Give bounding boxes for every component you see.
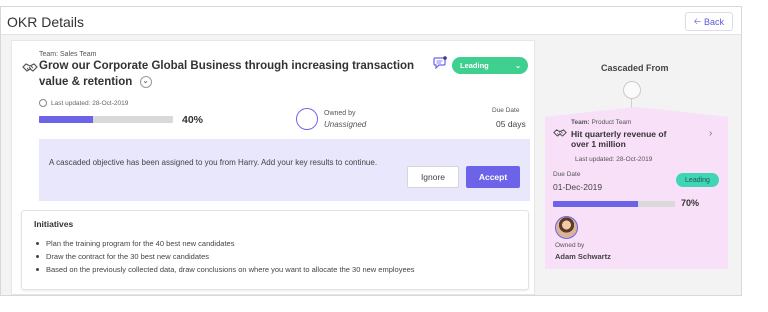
parent-okr-title: Hit quarterly revenue of over 1 million (571, 129, 667, 149)
cascaded-from-heading: Cascaded From (601, 63, 669, 73)
okr-details-window: OKR Details 🡠 Back Team: Sales Team Grow… (0, 6, 742, 296)
initiatives-list: Plan the training program for the 40 bes… (36, 237, 415, 276)
parent-okr-team: Team: Product Team (571, 119, 631, 126)
parent-progress-percent: 70% (681, 198, 700, 208)
parent-owner-avatar (555, 216, 578, 239)
status-label: Leading (460, 61, 489, 70)
initiative-item: Draw the contract for the 30 best new ca… (36, 250, 415, 263)
owner-name: Unassigned (324, 120, 367, 129)
back-button[interactable]: 🡠 Back (684, 12, 733, 31)
back-button-label: Back (703, 16, 724, 27)
okr-progress-bar (39, 116, 173, 123)
okr-title-text: Grow our Corporate Global Business throu… (39, 60, 415, 88)
chat-bubble-icon[interactable] (433, 56, 447, 69)
okr-title: Grow our Corporate Global Business throu… (39, 58, 424, 90)
clock-icon (39, 99, 47, 107)
okr-team: Team: Sales Team (39, 51, 97, 58)
parent-okr-team-prefix: Team: (571, 119, 590, 126)
parent-due-date-label: Due Date (553, 171, 581, 178)
parent-owner-label: Owned by (555, 242, 585, 249)
banner-message: A cascaded objective has been assigned t… (49, 158, 378, 167)
initiatives-panel: Initiatives Plan the training program fo… (21, 210, 529, 290)
last-updated: Last updated: 28-Oct-2019 (39, 99, 128, 107)
parent-okr-card[interactable]: Team: Product Team Hit quarterly revenue… (545, 107, 728, 269)
due-date-label: Due Date (492, 107, 520, 114)
initiative-item: Based on the previously collected data, … (36, 263, 415, 276)
cascade-connector-icon (623, 81, 641, 99)
parent-progress-bar (553, 201, 675, 207)
parent-status-badge: Leading (676, 173, 719, 187)
accept-button[interactable]: Accept (466, 166, 520, 188)
parent-last-updated: Last updated: 28-Oct-2019 (575, 156, 653, 163)
okr-progress-fill (39, 116, 93, 123)
cascade-notice-banner: A cascaded objective has been assigned t… (39, 139, 530, 201)
team-handshake-icon (553, 129, 567, 137)
parent-okr-team-name: Product Team (589, 119, 632, 126)
okr-card: Team: Sales Team Grow our Corporate Glob… (11, 40, 535, 295)
parent-progress-fill (553, 201, 639, 207)
parent-due-date-value: 01-Dec-2019 (553, 182, 603, 192)
parent-owner-name: Adam Schwartz (555, 252, 611, 261)
initiative-item: Plan the training program for the 40 bes… (36, 237, 415, 250)
status-dropdown[interactable]: Leading ⌄ (452, 57, 528, 74)
owner-avatar[interactable] (296, 108, 318, 130)
arrow-left-icon: 🡠 (693, 15, 701, 26)
chevron-down-icon: ⌄ (515, 62, 521, 70)
okr-progress-percent: 40% (182, 114, 204, 126)
chevron-right-icon[interactable]: › (709, 128, 712, 139)
owner-label: Owned by (324, 110, 356, 117)
due-date-value: 05 days (496, 119, 526, 129)
page-title: OKR Details (7, 14, 85, 30)
chevron-down-icon[interactable]: ⌄ (139, 75, 152, 88)
ignore-button[interactable]: Ignore (407, 166, 459, 188)
top-bar: OKR Details 🡠 Back (1, 7, 741, 35)
last-updated-text: Last updated: 28-Oct-2019 (51, 99, 129, 107)
initiatives-heading: Initiatives (34, 219, 74, 229)
team-handshake-icon (22, 63, 38, 72)
